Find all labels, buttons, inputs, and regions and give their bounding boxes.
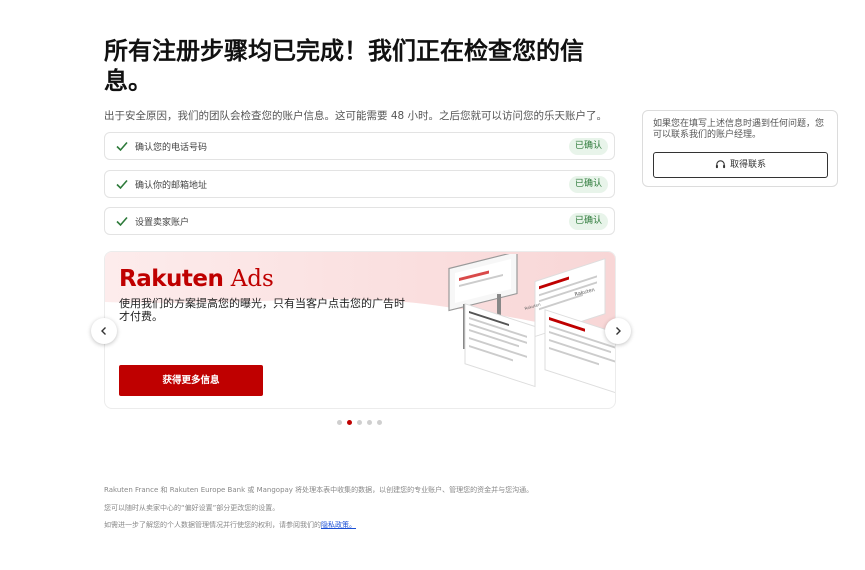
brand-rakuten: Rakuten (119, 266, 224, 292)
carousel-dot[interactable] (367, 420, 372, 425)
step-label: 确认您的电话号码 (135, 143, 208, 153)
carousel-dot[interactable] (337, 420, 342, 425)
contact-button[interactable]: 取得联系 (653, 152, 828, 178)
help-box: 如果您在填写上述信息时遇到任何问题，您可以联系我们的账户经理。 取得联系 (642, 110, 838, 187)
rakuten-ads-logo: Rakuten Ads (119, 266, 274, 292)
check-icon (116, 141, 128, 152)
step-confirm-phone: 确认您的电话号码 已确认 (104, 132, 615, 160)
check-icon (116, 179, 128, 190)
carousel-dot[interactable] (377, 420, 382, 425)
page-subtitle: 出于安全原因，我们的团队会检查您的账户信息。这可能需要 48 小时。之后您就可以… (104, 110, 608, 122)
footer-privacy-text: 如需进一步了解您的个人数据管理情况并行使您的权利，请参阅我们的 (104, 521, 321, 529)
carousel-dot-active[interactable] (347, 420, 352, 425)
carousel-prev-button[interactable] (91, 318, 117, 344)
chevron-left-icon (101, 327, 106, 335)
status-badge: 已确认 (568, 213, 608, 230)
page-title: 所有注册步骤均已完成！我们正在检查您的信息。 (104, 37, 584, 95)
learn-more-button[interactable]: 获得更多信息 (119, 365, 263, 396)
help-text: 如果您在填写上述信息时遇到任何问题，您可以联系我们的账户经理。 (653, 119, 825, 140)
ads-illustration: Rakuten Rakuten (448, 254, 615, 397)
step-label: 设置卖家账户 (135, 218, 190, 228)
step-seller-account: 设置卖家账户 已确认 (104, 207, 615, 235)
status-badge: 已确认 (568, 176, 608, 193)
chevron-right-icon (616, 327, 621, 335)
step-confirm-email: 确认你的邮箱地址 已确认 (104, 170, 615, 198)
headset-icon (715, 160, 726, 169)
footer-privacy-notice: 如需进一步了解您的个人数据管理情况并行使您的权利，请参阅我们的隐私政策。 (104, 520, 664, 530)
carousel-dot[interactable] (357, 420, 362, 425)
contact-button-label: 取得联系 (729, 160, 766, 170)
footer-settings-notice: 您可以随时从卖家中心的“偏好设置”部分更改您的设置。 (104, 504, 280, 512)
banner-text: 使用我们的方案提高您的曝光，只有当客户点击您的广告时才付费。 (119, 297, 405, 323)
step-label: 确认你的邮箱地址 (135, 181, 208, 191)
footer-data-notice: Rakuten France 和 Rakuten Europe Bank 或 M… (104, 486, 534, 494)
privacy-policy-link[interactable]: 隐私政策。 (321, 521, 356, 529)
promo-banner: Rakuten Rakuten Rakuten Ads 使用我们的方案提高您的曝… (104, 251, 616, 409)
status-badge: 已确认 (568, 138, 608, 155)
carousel-dots (337, 420, 387, 426)
check-icon (116, 216, 128, 227)
carousel-next-button[interactable] (605, 318, 631, 344)
brand-ads: Ads (230, 266, 274, 292)
